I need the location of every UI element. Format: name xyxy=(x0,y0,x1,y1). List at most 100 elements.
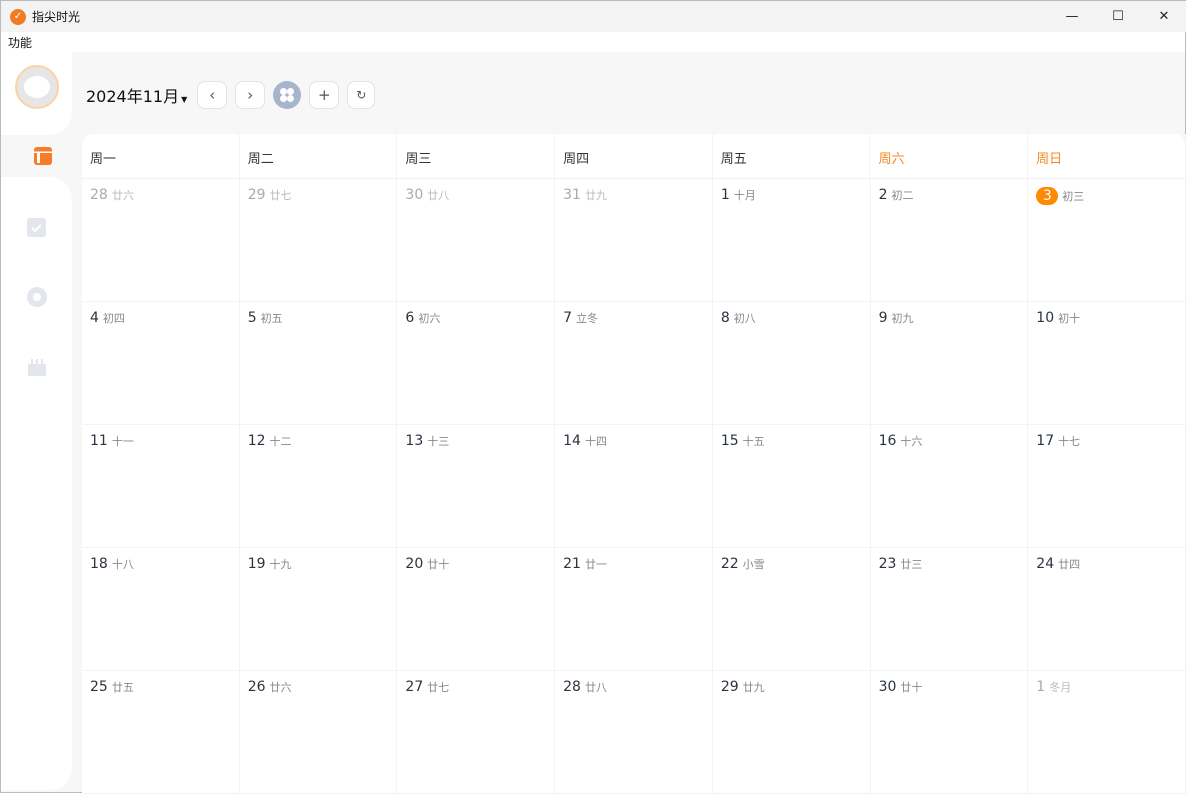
maximize-button[interactable]: ☐ xyxy=(1095,1,1141,32)
month-selector[interactable]: 2024年11月 ▼ xyxy=(86,83,187,107)
lunar-date: 小雪 xyxy=(742,558,765,571)
day-cell[interactable]: 14 十四 xyxy=(555,425,713,548)
month-label: 2024年11月 xyxy=(86,87,180,106)
avatar[interactable] xyxy=(15,65,59,109)
day-number: 26 xyxy=(247,679,266,695)
view-toggle-button[interactable] xyxy=(273,81,302,109)
caret-down-icon: ▼ xyxy=(181,95,188,104)
day-number: 30 xyxy=(878,679,897,695)
next-month-button[interactable]: › xyxy=(235,81,266,109)
day-cell[interactable]: 5 初五 xyxy=(239,302,398,425)
lunar-date: 冬月 xyxy=(1049,681,1072,694)
day-cell[interactable]: 30 廿十 xyxy=(870,671,1029,794)
day-cell[interactable]: 28 廿八 xyxy=(555,671,713,794)
sidebar xyxy=(1,177,72,790)
lunar-date: 初六 xyxy=(418,312,441,325)
refresh-button[interactable]: ↻ xyxy=(347,81,376,109)
day-grid: 28 廿六 29 廿七 30 廿八 31 廿九 1 十月 2 初二 3 初三 4 初四 5 初五 6 初六 7 立冬 8 初八… xyxy=(82,179,1186,794)
day-cell[interactable]: 19 十九 xyxy=(239,548,398,671)
weekday-label: 周四 xyxy=(555,134,713,178)
day-cell[interactable]: 20 廿十 xyxy=(397,548,556,671)
lunar-date: 初三 xyxy=(1062,190,1085,203)
day-number: 10 xyxy=(1036,310,1055,326)
day-number: 27 xyxy=(405,679,424,695)
lunar-date: 十五 xyxy=(742,435,765,448)
sidebar-item-calendar[interactable] xyxy=(13,136,73,176)
day-cell[interactable]: 6 初六 xyxy=(397,302,556,425)
day-cell[interactable]: 23 廿三 xyxy=(870,548,1029,671)
day-cell[interactable]: 1 十月 xyxy=(712,179,871,302)
sidebar-item-tasks[interactable] xyxy=(13,207,60,247)
day-cell[interactable]: 12 十二 xyxy=(239,425,398,548)
lunar-date: 廿十 xyxy=(900,681,923,694)
month-calendar: 周一 周二 周三 周四 周五 周六 周日 28 廿六 29 廿七 30 廿八 31 廿九 1 十月 2 初二 3 初三… xyxy=(82,134,1186,794)
lunar-date: 廿九 xyxy=(584,189,607,202)
day-cell[interactable]: 29 廿七 xyxy=(239,179,398,302)
circle-icon xyxy=(26,287,47,307)
close-button[interactable]: ✕ xyxy=(1141,1,1186,32)
day-cell[interactable]: 18 十八 xyxy=(82,548,240,671)
day-cell[interactable]: 8 初八 xyxy=(712,302,871,425)
day-number: 13 xyxy=(405,433,424,449)
day-cell[interactable]: 21 廿一 xyxy=(555,548,713,671)
menu-functions[interactable]: 功能 xyxy=(8,36,32,50)
weekday-header: 周一 周二 周三 周四 周五 周六 周日 xyxy=(82,134,1186,179)
day-cell[interactable]: 10 初十 xyxy=(1028,302,1186,425)
weekday-label: 周三 xyxy=(397,134,556,178)
day-cell[interactable]: 29 廿九 xyxy=(712,671,871,794)
day-number: 28 xyxy=(90,187,108,203)
day-cell[interactable]: 30 廿八 xyxy=(397,179,556,302)
day-cell[interactable]: 2 初二 xyxy=(870,179,1029,302)
day-number: 29 xyxy=(720,679,739,695)
grid-icon xyxy=(280,88,295,102)
lunar-date: 十一 xyxy=(111,435,134,448)
lunar-date: 廿七 xyxy=(427,681,450,694)
day-cell[interactable]: 9 初九 xyxy=(870,302,1029,425)
day-cell[interactable]: 24 廿四 xyxy=(1028,548,1186,671)
day-cell[interactable]: 28 廿六 xyxy=(82,179,240,302)
day-cell[interactable]: 11 十一 xyxy=(82,425,240,548)
sidebar-item-focus[interactable] xyxy=(13,277,60,317)
add-button[interactable]: + xyxy=(309,81,340,109)
day-number: 9 xyxy=(878,310,888,326)
day-cell[interactable]: 4 初四 xyxy=(82,302,240,425)
weekday-label: 周日 xyxy=(1028,134,1186,178)
day-number: 18 xyxy=(90,556,108,572)
day-cell[interactable]: 1 冬月 xyxy=(1028,671,1186,794)
day-cell[interactable]: 15 十五 xyxy=(712,425,871,548)
day-number: 8 xyxy=(720,310,730,326)
lunar-date: 廿八 xyxy=(584,681,607,694)
lunar-date: 初五 xyxy=(260,312,283,325)
lunar-date: 廿七 xyxy=(269,189,292,202)
lunar-date: 十八 xyxy=(111,558,134,571)
day-number: 2 xyxy=(878,187,888,203)
title-bar: ✓ 指尖时光 — ☐ ✕ xyxy=(1,1,1186,32)
lunar-date: 立冬 xyxy=(576,312,599,325)
avatar-face xyxy=(24,76,50,98)
main-content: 2024年11月 ▼ ‹ › + ↻ 周一 周二 周三 周四 周五 周六 周日 28 廿六 29 廿… xyxy=(1,52,1186,794)
lunar-date: 初十 xyxy=(1058,312,1081,325)
lunar-date: 廿五 xyxy=(111,681,134,694)
day-number: 1 xyxy=(1036,679,1046,695)
day-cell[interactable]: 22 小雪 xyxy=(712,548,871,671)
profile-panel xyxy=(1,52,72,135)
day-cell[interactable]: 7 立冬 xyxy=(555,302,713,425)
day-cell[interactable]: 17 十七 xyxy=(1028,425,1186,548)
sidebar-item-anniversary[interactable] xyxy=(13,347,60,387)
day-cell[interactable]: 3 初三 xyxy=(1028,179,1186,302)
minimize-button[interactable]: — xyxy=(1049,1,1095,32)
day-cell[interactable]: 25 廿五 xyxy=(82,671,240,794)
day-cell[interactable]: 16 十六 xyxy=(870,425,1029,548)
day-cell[interactable]: 26 廿六 xyxy=(239,671,398,794)
day-number: 30 xyxy=(405,187,424,203)
day-cell[interactable]: 27 廿七 xyxy=(397,671,556,794)
prev-month-button[interactable]: ‹ xyxy=(197,81,228,109)
lunar-date: 十九 xyxy=(269,558,292,571)
weekday-label: 周五 xyxy=(713,134,871,178)
day-cell[interactable]: 13 十三 xyxy=(397,425,556,548)
day-cell[interactable]: 31 廿九 xyxy=(555,179,713,302)
day-number: 15 xyxy=(720,433,739,449)
app-title: 指尖时光 xyxy=(32,10,81,24)
lunar-date: 廿三 xyxy=(900,558,923,571)
day-number: 20 xyxy=(405,556,424,572)
